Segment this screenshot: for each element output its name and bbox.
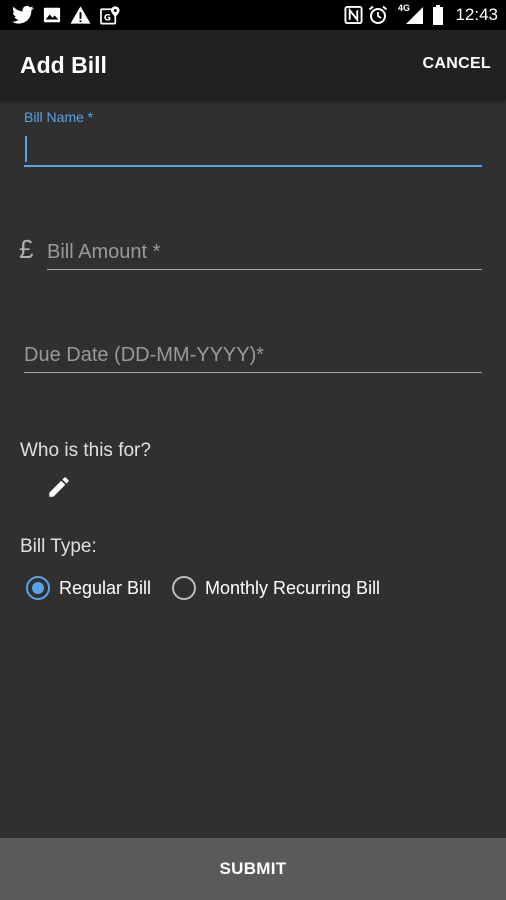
status-bar: G 4G 12:43 <box>0 0 506 30</box>
cancel-button[interactable]: CANCEL <box>423 54 491 74</box>
radio-regular-bill[interactable]: Regular Bill <box>26 575 156 601</box>
bill-name-input[interactable] <box>24 133 482 167</box>
radio-dot <box>32 582 44 594</box>
submit-button[interactable]: SUBMIT <box>0 838 506 900</box>
bill-amount-input[interactable]: Bill Amount * <box>47 233 482 270</box>
image-icon <box>43 7 61 23</box>
page-title: Add Bill <box>20 52 107 78</box>
signal-icon <box>406 7 423 24</box>
add-bill-screen: G 4G 12:43 Add Bill CANCEL Bill Name * £… <box>0 0 506 900</box>
radio-monthly-recurring-bill-label: Monthly Recurring Bill <box>205 578 381 598</box>
radio-monthly-recurring-bill[interactable]: Monthly Recurring Bill <box>172 575 382 601</box>
nfc-icon <box>344 5 363 25</box>
radio-unchecked-icon <box>172 576 196 600</box>
who-for-label: Who is this for? <box>20 440 151 461</box>
svg-text:G: G <box>104 14 111 24</box>
radio-checked-icon <box>26 576 50 600</box>
text-caret <box>25 136 27 162</box>
twitter-icon <box>12 5 34 24</box>
due-date-placeholder: Due Date (DD-MM-YYYY)* <box>24 344 265 366</box>
bill-type-label: Bill Type: <box>20 536 97 557</box>
app-bar: Add Bill CANCEL <box>0 30 506 99</box>
warning-icon <box>70 6 91 24</box>
clock-time: 12:43 <box>455 5 498 24</box>
maps-icon: G <box>100 6 120 25</box>
alarm-icon <box>368 5 388 24</box>
bill-name-label: Bill Name * <box>24 109 94 125</box>
radio-regular-bill-label: Regular Bill <box>59 578 152 598</box>
battery-icon <box>433 5 443 25</box>
bill-amount-placeholder: Bill Amount * <box>47 241 161 263</box>
due-date-input[interactable]: Due Date (DD-MM-YYYY)* <box>24 336 482 373</box>
currency-symbol: £ <box>19 234 34 264</box>
pencil-icon[interactable] <box>46 474 72 500</box>
